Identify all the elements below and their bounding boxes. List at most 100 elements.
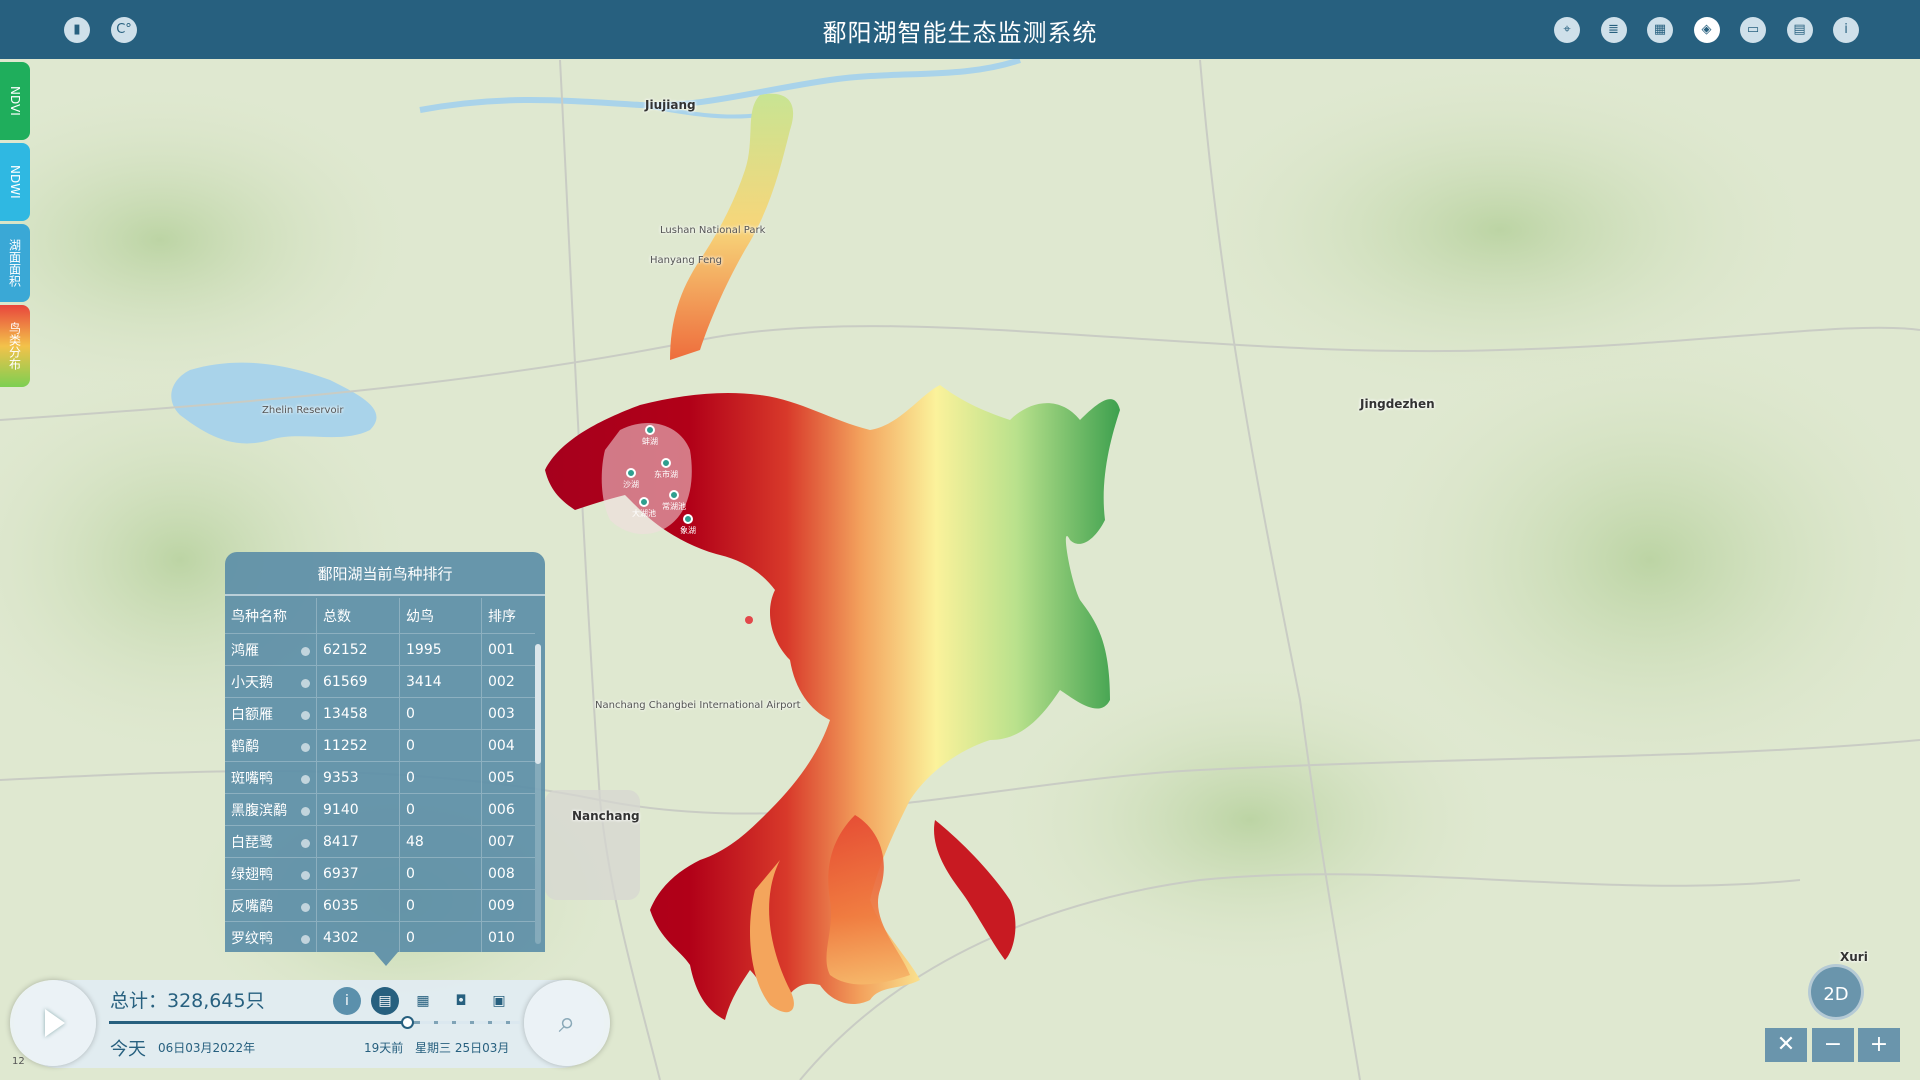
table-header-row: 鸟种名称 总数 幼鸟 排序: [225, 598, 535, 634]
book-button[interactable]: ▣: [485, 987, 513, 1015]
rank-cell: 005: [482, 762, 535, 793]
site-marker[interactable]: 蚌湖: [642, 425, 658, 447]
city-label: Nanchang: [572, 809, 640, 823]
locate-icon[interactable]: [301, 839, 310, 848]
database-button[interactable]: ≣: [1600, 17, 1627, 43]
rank-cell-text: 003: [488, 705, 515, 722]
rank-cell: 002: [482, 666, 535, 697]
site-marker[interactable]: 沙湖: [623, 468, 639, 490]
rank-cell-text: 002: [488, 673, 515, 690]
locate-icon[interactable]: [301, 647, 310, 656]
total-count-cell: 9353: [317, 762, 400, 793]
table-row[interactable]: 绿翅鸭 6937 0 008: [225, 858, 535, 890]
table-row[interactable]: 白额雁 13458 0 003: [225, 698, 535, 730]
table-row[interactable]: 斑嘴鸭 9353 0 005: [225, 762, 535, 794]
site-marker[interactable]: 常湖池: [662, 490, 686, 512]
table-row[interactable]: 反嘴鹬 6035 0 009: [225, 890, 535, 922]
layers-button[interactable]: ◈: [1693, 17, 1720, 43]
table-row[interactable]: 罗纹鸭 4302 0 010: [225, 922, 535, 952]
layers-icon: ◈: [1701, 22, 1712, 37]
locate-icon[interactable]: [301, 871, 310, 880]
bird-name: 罗纹鸭: [225, 922, 317, 952]
total-count-cell-text: 11252: [323, 737, 368, 754]
table-row[interactable]: 黑腹滨鹬 9140 0 006: [225, 794, 535, 826]
panel-scroll-thumb[interactable]: [535, 644, 541, 764]
site-marker[interactable]: 大湖池: [632, 497, 656, 519]
zoom-scale: 12: [12, 1056, 25, 1067]
total-count-cell: 9140: [317, 794, 400, 825]
total-count-cell: 61569: [317, 666, 400, 697]
zoom-out-button[interactable]: −: [1812, 1028, 1854, 1062]
table-row[interactable]: 鸿雁 62152 1995 001: [225, 634, 535, 666]
locate-icon[interactable]: [301, 807, 310, 816]
table-row[interactable]: 白琵鹭 8417 48 007: [225, 826, 535, 858]
chart-button[interactable]: ▦: [1647, 17, 1673, 43]
monitor-button[interactable]: ▭: [1740, 17, 1766, 43]
document-button[interactable]: ▮: [64, 17, 90, 43]
marker-pin-icon: [639, 497, 649, 507]
table-row[interactable]: 小天鹅 61569 3414 002: [225, 666, 535, 698]
search-button[interactable]: ⌕: [524, 980, 610, 1066]
search-icon: ⌕: [558, 1005, 576, 1040]
table-row[interactable]: 鹤鹬 11252 0 004: [225, 730, 535, 762]
message-button[interactable]: ▤: [1786, 17, 1813, 43]
rank-cell: 010: [482, 922, 535, 952]
bird-name-text: 斑嘴鸭: [231, 770, 273, 787]
marker-label: 蚌湖: [642, 437, 658, 446]
site-marker[interactable]: 东市湖: [654, 458, 678, 480]
total-count-cell-text: 4302: [323, 929, 359, 946]
panel-title: 鄱阳湖当前鸟种排行: [225, 552, 545, 596]
database-icon: ≣: [1608, 22, 1619, 37]
column-header-young: 幼鸟: [400, 598, 482, 633]
locate-icon[interactable]: [301, 743, 310, 752]
young-count-cell-text: 0: [406, 801, 415, 818]
locate-icon[interactable]: [301, 935, 310, 944]
locate-icon[interactable]: [301, 903, 310, 912]
total-count-cell-text: 9140: [323, 801, 359, 818]
young-count-cell: 0: [400, 730, 482, 761]
bird-name: 鸿雁: [225, 634, 317, 665]
bird-name: 黑腹滨鹬: [225, 794, 317, 825]
play-button[interactable]: [10, 980, 96, 1066]
tab-3[interactable]: 鸟类分布: [0, 305, 30, 387]
info-button[interactable]: ⅰ: [1833, 17, 1859, 43]
tab-0[interactable]: NDVI: [0, 62, 30, 140]
total-count-cell: 4302: [317, 922, 400, 952]
reset-view-button[interactable]: ✕: [1765, 1028, 1807, 1062]
rank-cell: 001: [482, 634, 535, 665]
total-count-cell-text: 6937: [323, 865, 359, 882]
temperature-button[interactable]: C°: [111, 17, 137, 43]
info-icon: i: [345, 993, 349, 1009]
locate-icon[interactable]: [301, 679, 310, 688]
report-button[interactable]: ▦: [409, 987, 437, 1015]
marker-pin-icon: [645, 425, 655, 435]
top-header: 鄱阳湖智能生态监测系统 ▮ C° ⌖ ≣ ▦ ◈ ▭ ▤ ⅰ: [0, 0, 1920, 59]
panel-pointer: [374, 952, 398, 966]
tab-1[interactable]: NDWI: [0, 143, 30, 221]
bird-name: 白琵鹭: [225, 826, 317, 857]
info-button[interactable]: i: [333, 987, 361, 1015]
view-mode-toggle[interactable]: 2D: [1808, 964, 1864, 1020]
document-icon: ▮: [73, 22, 81, 37]
bird-ranking-panel: 鄱阳湖当前鸟种排行 鸟种名称 总数 幼鸟 排序 鸿雁 62152 1995 001 小天…: [225, 552, 545, 952]
site-marker[interactable]: 象湖: [680, 514, 696, 536]
locate-icon[interactable]: [301, 711, 310, 720]
zoom-in-button[interactable]: +: [1858, 1028, 1900, 1062]
young-count-cell: 0: [400, 794, 482, 825]
rank-cell-text: 010: [488, 929, 515, 946]
bird-name-text: 绿翅鸭: [231, 866, 273, 883]
marker-pin-icon: [669, 490, 679, 500]
timeline-slider-handle[interactable]: [401, 1016, 414, 1029]
tab-2[interactable]: 湖面面积: [0, 224, 30, 302]
location-pin-button[interactable]: ⌖: [1554, 17, 1580, 43]
total-count-cell-text: 8417: [323, 833, 359, 850]
camera-button[interactable]: ◘: [447, 987, 475, 1015]
message-icon: ▤: [1793, 22, 1806, 37]
report-icon: ▦: [416, 993, 430, 1009]
calendar-button[interactable]: ▤: [371, 987, 399, 1015]
total-count: 总计：328,645只: [110, 990, 265, 1012]
play-icon: [45, 1009, 65, 1037]
rank-cell: 006: [482, 794, 535, 825]
locate-icon[interactable]: [301, 775, 310, 784]
young-count-cell-text: 1995: [406, 641, 442, 658]
